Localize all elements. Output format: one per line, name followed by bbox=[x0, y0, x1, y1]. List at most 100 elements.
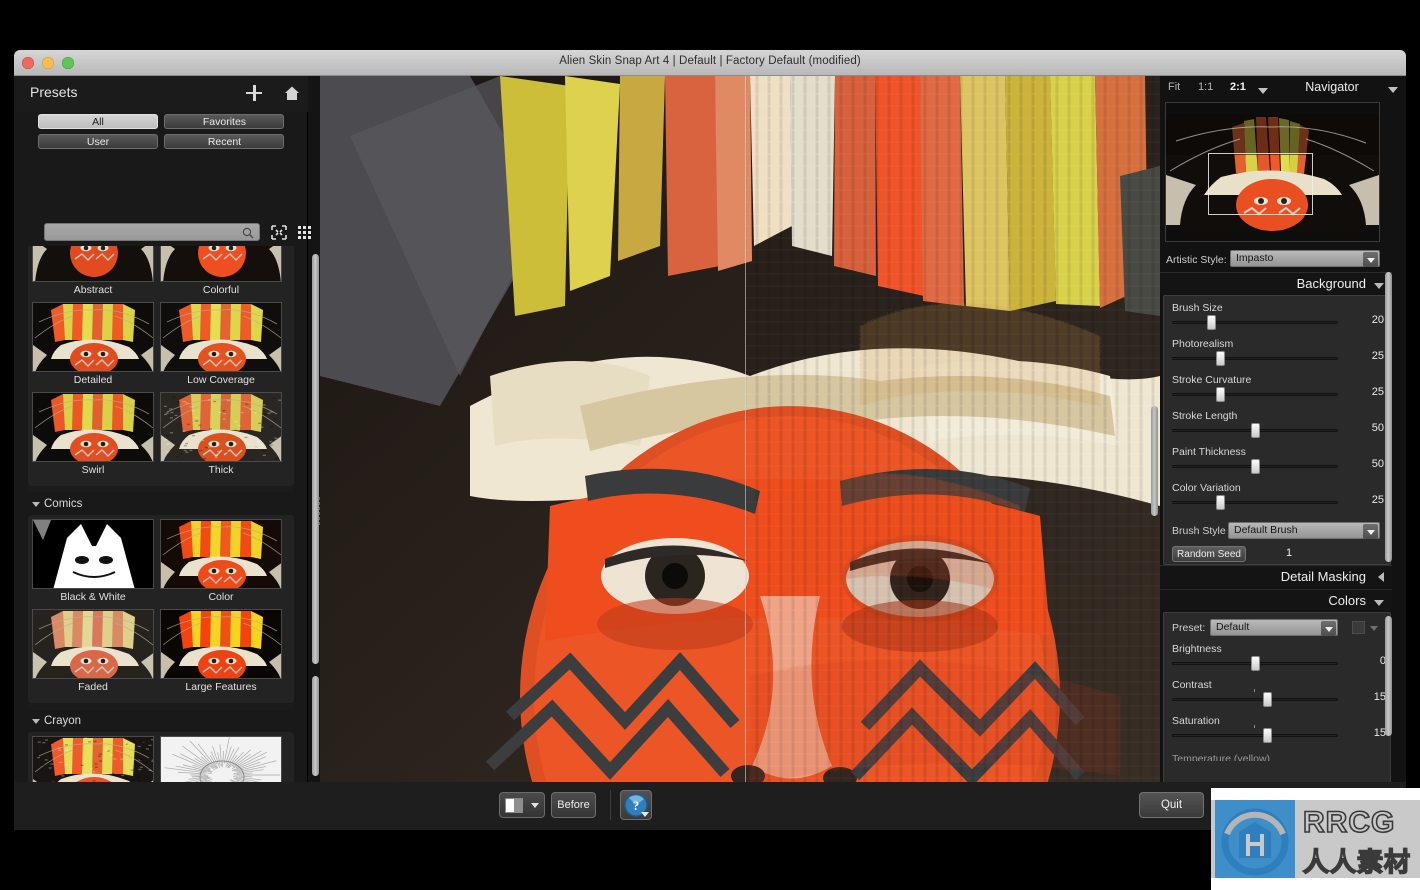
slider-knob[interactable] bbox=[1251, 656, 1260, 671]
navigator-thumbnail[interactable] bbox=[1165, 102, 1380, 242]
chevron-down-icon bbox=[1374, 600, 1384, 606]
collapse-all-glyph bbox=[271, 225, 287, 240]
filter-recent[interactable]: Recent bbox=[164, 134, 284, 149]
slider-knob[interactable] bbox=[1251, 459, 1260, 474]
slider-knob[interactable] bbox=[1251, 423, 1260, 438]
preset-thumbnail[interactable] bbox=[160, 302, 282, 372]
slider-knob[interactable] bbox=[1216, 495, 1225, 510]
preset-row: Abstract Colorful bbox=[32, 246, 290, 302]
filter-user[interactable]: User bbox=[38, 134, 158, 149]
preset-item[interactable]: Low Coverage bbox=[160, 302, 282, 389]
slider-track[interactable] bbox=[1172, 734, 1338, 737]
presets-scrollbar-2[interactable] bbox=[312, 676, 319, 776]
colors-panel-scrollbar[interactable] bbox=[1385, 616, 1392, 736]
colors-preset-dropdown[interactable]: Default bbox=[1210, 619, 1338, 636]
preset-thumbnail[interactable] bbox=[32, 609, 154, 679]
presets-scrollbar[interactable] bbox=[312, 254, 319, 664]
preset-label: Swirl bbox=[32, 462, 154, 479]
preset-item[interactable]: Large Features bbox=[160, 609, 282, 696]
canvas-vertical-scrollbar[interactable] bbox=[1151, 406, 1158, 516]
preview-image[interactable] bbox=[320, 76, 1160, 816]
preset-item[interactable]: Thick bbox=[160, 392, 282, 479]
slider-track[interactable] bbox=[1172, 321, 1338, 324]
preset-item[interactable]: Abstract bbox=[32, 246, 154, 299]
slider-contrast[interactable]: Contrast 15 bbox=[1164, 679, 1391, 715]
app-body: Presets All Favorites User Recent Abstra… bbox=[14, 76, 1406, 830]
plus-icon[interactable] bbox=[244, 83, 264, 103]
filter-favorites[interactable]: Favorites bbox=[164, 114, 284, 129]
brush-style-dropdown[interactable]: Default Brush bbox=[1228, 522, 1380, 539]
zoom-2-1[interactable]: 2:1 bbox=[1230, 81, 1246, 93]
preset-item[interactable]: Faded bbox=[32, 609, 154, 696]
preset-thumbnail[interactable] bbox=[160, 246, 282, 282]
slider-label: Contrast bbox=[1172, 679, 1212, 691]
slider-saturation[interactable]: Saturation 15 bbox=[1164, 715, 1391, 751]
zoom-fit[interactable]: Fit bbox=[1168, 81, 1180, 93]
slider-brightness[interactable]: Brightness 0 bbox=[1164, 643, 1391, 679]
artistic-style-dropdown[interactable]: Impasto bbox=[1230, 250, 1380, 267]
preset-thumbnail[interactable] bbox=[160, 609, 282, 679]
slider-paint-thickness[interactable]: Paint Thickness 50 bbox=[1164, 446, 1390, 482]
preset-group-label: Crayon bbox=[44, 715, 81, 727]
image-canvas[interactable] bbox=[320, 76, 1160, 830]
section-header-detail-masking[interactable]: Detail Masking bbox=[1160, 565, 1392, 587]
preset-thumbnail[interactable] bbox=[160, 392, 282, 462]
zoom-dropdown-caret-icon[interactable] bbox=[1258, 88, 1268, 94]
slider-tick bbox=[1254, 689, 1255, 692]
chevron-left-icon bbox=[1378, 572, 1384, 582]
preset-thumbnail[interactable] bbox=[32, 302, 154, 372]
search-box[interactable] bbox=[44, 223, 260, 241]
collapse-all-icon[interactable] bbox=[271, 225, 287, 240]
slider-track[interactable] bbox=[1172, 501, 1338, 504]
navigator-viewport-rect[interactable] bbox=[1208, 153, 1313, 215]
chevron-down-icon[interactable] bbox=[1370, 626, 1378, 631]
preset-thumbnail[interactable] bbox=[32, 246, 154, 282]
slider-track[interactable] bbox=[1172, 698, 1338, 701]
preset-item[interactable]: Black & White bbox=[32, 519, 154, 606]
slider-value: 15 bbox=[1352, 727, 1386, 739]
slider-knob[interactable] bbox=[1216, 351, 1225, 366]
navigator-collapse-caret-icon[interactable] bbox=[1388, 87, 1398, 93]
colors-preset-menu-icon[interactable] bbox=[1352, 621, 1365, 634]
section-header-colors[interactable]: Colors bbox=[1160, 589, 1392, 611]
before-button[interactable]: Before bbox=[551, 792, 596, 818]
slider-photorealism[interactable]: Photorealism 25 bbox=[1164, 338, 1390, 374]
slider-color-variation[interactable]: Color Variation 25 bbox=[1164, 482, 1390, 518]
slider-track[interactable] bbox=[1172, 357, 1338, 360]
help-button[interactable]: ? bbox=[620, 790, 652, 820]
zoom-1-1[interactable]: 1:1 bbox=[1198, 81, 1213, 93]
random-seed-button[interactable]: Random Seed bbox=[1172, 546, 1246, 562]
presets-list[interactable]: Abstract Colorful Detailed Low Coverage bbox=[28, 246, 294, 830]
slider-stroke-length[interactable]: Stroke Length 50 bbox=[1164, 410, 1390, 446]
filter-all[interactable]: All bbox=[38, 114, 158, 129]
section-header-background[interactable]: Background bbox=[1160, 272, 1392, 294]
search-input[interactable] bbox=[51, 225, 241, 240]
preset-thumbnail-image bbox=[33, 610, 154, 679]
slider-knob[interactable] bbox=[1207, 315, 1216, 330]
slider-brush-size[interactable]: Brush Size 20 bbox=[1164, 302, 1390, 338]
preset-group-header[interactable]: Crayon bbox=[28, 709, 294, 732]
preset-item[interactable]: Colorful bbox=[160, 246, 282, 299]
slider-track[interactable] bbox=[1172, 393, 1338, 396]
preset-group-header[interactable]: Comics bbox=[28, 492, 294, 515]
random-seed-value: 1 bbox=[1286, 547, 1292, 559]
preset-thumbnail[interactable] bbox=[160, 519, 282, 589]
slider-stroke-curvature[interactable]: Stroke Curvature 25 bbox=[1164, 374, 1390, 410]
quit-button[interactable]: Quit bbox=[1139, 792, 1204, 818]
chevron-down-icon bbox=[1363, 252, 1378, 267]
slider-knob[interactable] bbox=[1263, 692, 1272, 707]
slider-value: 50 bbox=[1350, 422, 1384, 434]
slider-knob[interactable] bbox=[1263, 728, 1272, 743]
before-after-split-line[interactable] bbox=[745, 76, 746, 816]
home-icon[interactable] bbox=[282, 83, 302, 103]
preset-item[interactable]: Detailed bbox=[32, 302, 154, 389]
preset-item[interactable]: Swirl bbox=[32, 392, 154, 479]
preset-item[interactable]: Color bbox=[160, 519, 282, 606]
home-icon-glyph bbox=[282, 83, 302, 103]
preset-thumbnail[interactable] bbox=[32, 392, 154, 462]
grid-view-icon[interactable] bbox=[297, 225, 313, 240]
slider-knob[interactable] bbox=[1216, 387, 1225, 402]
background-panel-scrollbar[interactable] bbox=[1385, 272, 1392, 562]
split-view-toggle[interactable] bbox=[499, 792, 545, 818]
preset-thumbnail[interactable] bbox=[32, 519, 154, 589]
